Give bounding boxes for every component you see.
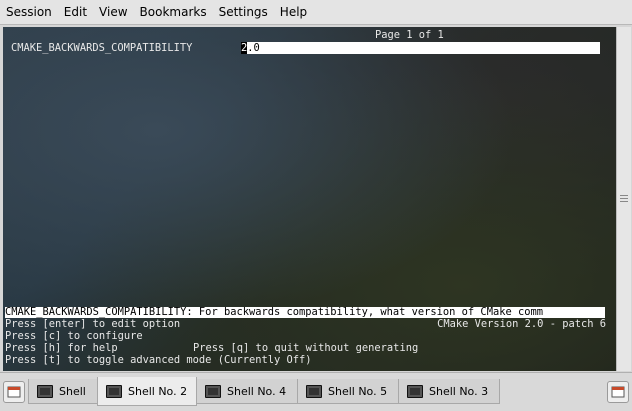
- tab-shell-no-4[interactable]: Shell No. 4: [196, 379, 298, 404]
- close-session-button[interactable]: [607, 381, 629, 403]
- terminal-icon: [106, 384, 122, 398]
- session-tab-bar: Shell Shell No. 2 Shell No. 4 Shell No. …: [0, 372, 632, 411]
- terminal-icon: [205, 384, 221, 398]
- tab-label: Shell: [59, 384, 86, 398]
- menu-settings[interactable]: Settings: [213, 0, 274, 24]
- instruction-enter: Press [enter] to edit option: [5, 318, 181, 330]
- menu-edit[interactable]: Edit: [58, 0, 93, 24]
- terminal-screen[interactable]: Page 1 of 1 CMAKE_BACKWARDS_COMPATIBILIT…: [3, 27, 616, 371]
- menu-view[interactable]: View: [93, 0, 133, 24]
- instruction-configure: Press [c] to configure: [5, 330, 143, 342]
- tab-label: Shell No. 2: [128, 384, 188, 398]
- instruction-quit: Press [q] to quit without generating: [193, 342, 419, 354]
- variable-help-text: CMAKE_BACKWARDS_COMPATIBILITY: For backw…: [5, 307, 605, 318]
- new-session-button[interactable]: [3, 381, 25, 403]
- cache-variable-name[interactable]: CMAKE_BACKWARDS_COMPATIBILITY: [11, 43, 192, 54]
- tab-shell-no-2[interactable]: Shell No. 2: [97, 377, 197, 406]
- cmake-version: CMake Version 2.0 - patch 6: [437, 318, 606, 330]
- tab-shell[interactable]: Shell: [28, 379, 98, 404]
- menu-session[interactable]: Session: [0, 0, 58, 24]
- scrollbar-grip-icon[interactable]: [620, 193, 628, 205]
- menu-bar: Session Edit View Bookmarks Settings Hel…: [0, 0, 632, 25]
- tab-label: Shell No. 3: [429, 384, 489, 398]
- value-text: .0: [247, 42, 260, 54]
- instruction-toggle-advanced: Press [t] to toggle advanced mode (Curre…: [5, 354, 312, 366]
- terminal-icon: [407, 384, 423, 398]
- tab-shell-no-5[interactable]: Shell No. 5: [297, 379, 399, 404]
- terminal-icon: [37, 384, 53, 398]
- instruction-help: Press [h] for help: [5, 342, 118, 354]
- tab-shell-no-3[interactable]: Shell No. 3: [398, 379, 500, 404]
- tab-label: Shell No. 5: [328, 384, 388, 398]
- terminal-icon: [306, 384, 322, 398]
- terminal-scrollbar[interactable]: [616, 27, 631, 371]
- close-session-icon: [611, 386, 625, 398]
- new-session-icon: [7, 386, 21, 398]
- menu-bookmarks[interactable]: Bookmarks: [134, 0, 213, 24]
- menu-help[interactable]: Help: [274, 0, 313, 24]
- cache-variable-value-field[interactable]: 2.0: [241, 42, 600, 54]
- tab-label: Shell No. 4: [227, 384, 287, 398]
- page-info: Page 1 of 1: [375, 29, 444, 41]
